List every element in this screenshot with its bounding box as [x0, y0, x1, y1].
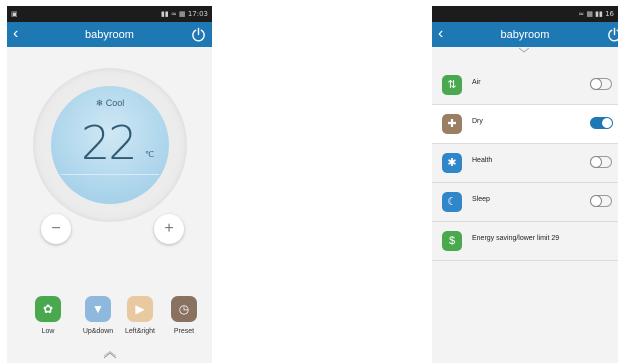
snowflake-icon: ❄	[95, 98, 104, 108]
fan-speed-icon[interactable]: ✿	[35, 296, 61, 322]
function-list-screen: ≈ ▦ ▮▮ 16 ‹ babyroom ⇅ Air ✚ Dry ✱ Health ☾ Sle…	[432, 6, 618, 363]
swing-updown-icon[interactable]: ▼	[85, 296, 111, 322]
row-label: Sleep	[472, 196, 490, 203]
air-icon: ⇅	[442, 75, 462, 95]
function-row-sleep[interactable]: ☾ Sleep	[432, 183, 618, 222]
toggle-switch[interactable]	[590, 117, 613, 129]
function-row-dry[interactable]: ✚ Dry	[432, 105, 618, 144]
function-label-up-down: Up&down	[82, 328, 114, 335]
chevron-up-icon[interactable]	[103, 351, 117, 359]
sleep-icon: ☾	[442, 192, 462, 212]
row-label: Health	[472, 157, 493, 164]
toggle-switch[interactable]	[590, 78, 612, 90]
function-label-preset: Preset	[173, 328, 195, 335]
dial-divider	[61, 174, 159, 175]
status-bar: ▣ ▮▮ ≈ ▦ 17:03	[7, 6, 212, 22]
row-label: Energy saving/lower limit 29	[472, 235, 560, 242]
toggle-knob	[601, 117, 613, 129]
status-time: ≈ ▦ ▮▮ 16	[578, 10, 614, 18]
status-time: ▮▮ ≈ ▦ 17:03	[160, 10, 208, 18]
clock-icon[interactable]: ◷	[171, 296, 197, 322]
toggle-knob	[590, 78, 602, 90]
row-label: Dry	[472, 118, 483, 125]
function-row-health[interactable]: ✱ Health	[432, 144, 618, 183]
row-label: Air	[472, 79, 481, 86]
function-label-left-right: Left&right	[125, 328, 155, 335]
function-row-energy[interactable]: $ Energy saving/lower limit 29	[432, 222, 618, 261]
function-label-low: Low	[41, 328, 55, 335]
toggle-switch[interactable]	[590, 156, 612, 168]
toggle-knob	[590, 195, 602, 207]
main-control-screen: ▣ ▮▮ ≈ ▦ 17:03 ‹ babyroom ❄ Cool 22 ℃ − …	[7, 6, 212, 363]
page-title: babyroom	[85, 28, 134, 41]
temperature-unit: ℃	[145, 150, 154, 159]
status-bar: ≈ ▦ ▮▮ 16	[432, 6, 618, 22]
function-row-air[interactable]: ⇅ Air	[432, 66, 618, 105]
swing-leftright-icon[interactable]: ▶	[127, 296, 153, 322]
page-title: babyroom	[500, 28, 550, 41]
title-bar: ‹ babyroom	[7, 22, 212, 47]
dry-icon: ✚	[442, 114, 462, 134]
power-button[interactable]	[607, 27, 618, 42]
dollar-icon: $	[442, 231, 462, 251]
mode-label: Cool	[105, 98, 125, 108]
screenshot-icon: ▣	[11, 10, 18, 18]
back-button[interactable]: ‹	[13, 25, 18, 43]
temperature-dial[interactable]: ❄ Cool 22 ℃	[51, 86, 169, 204]
mode-indicator: ❄ Cool	[51, 98, 169, 109]
title-bar: ‹ babyroom	[432, 22, 618, 47]
back-button[interactable]: ‹	[438, 25, 443, 43]
decrease-temperature-button[interactable]: −	[41, 214, 71, 244]
increase-temperature-button[interactable]: +	[154, 214, 184, 244]
chevron-down-icon[interactable]	[518, 47, 530, 54]
toggle-knob	[590, 156, 602, 168]
toggle-switch[interactable]	[590, 195, 612, 207]
health-icon: ✱	[442, 153, 462, 173]
power-button[interactable]	[191, 27, 206, 42]
temperature-value: 22	[81, 116, 138, 170]
